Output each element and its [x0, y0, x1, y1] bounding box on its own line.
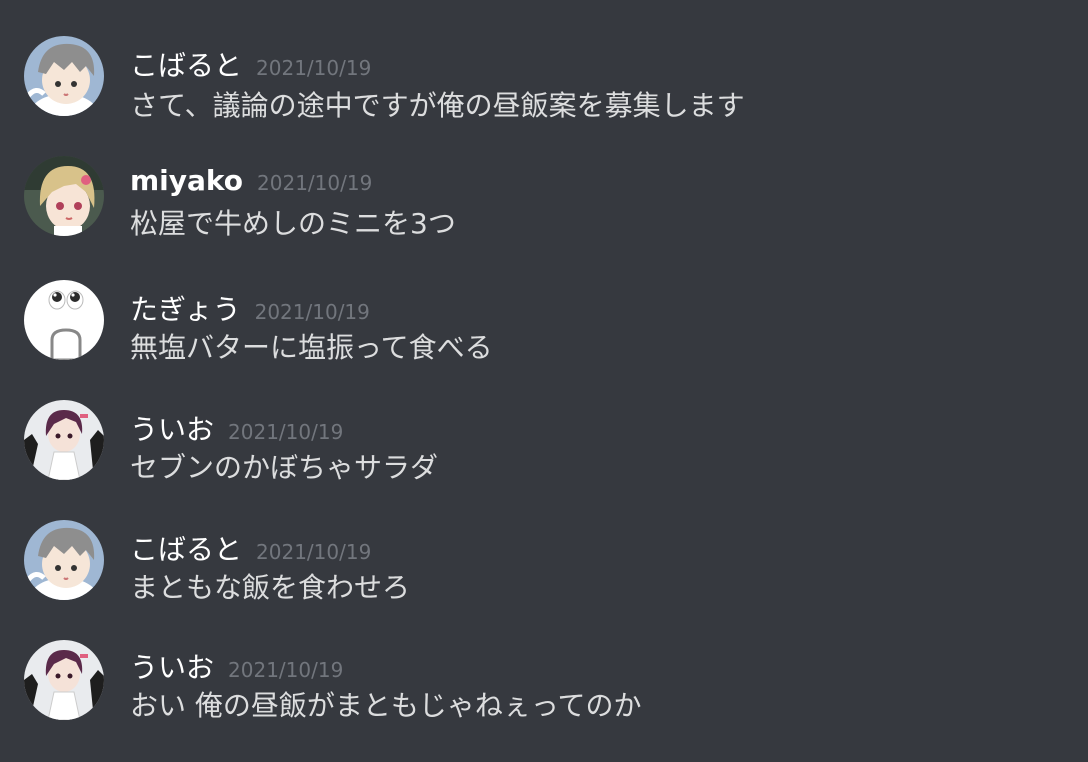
message-content: まともな飯を食わせろ	[130, 571, 411, 604]
message-item: たぎょう 2021/10/19 無塩バターに塩振って食べる	[0, 280, 1088, 380]
message-timestamp: 2021/10/19	[228, 658, 344, 682]
message-content: さて、議論の途中ですが俺の昼飯案を募集します	[130, 89, 745, 122]
message-timestamp: 2021/10/19	[254, 300, 370, 324]
message-timestamp: 2021/10/19	[256, 56, 372, 80]
message-item: ういお 2021/10/19 セブンのかぼちゃサラダ	[0, 400, 1088, 500]
message-item: こばると 2021/10/19 まともな飯を食わせろ	[0, 520, 1088, 620]
message-item: miyako 2021/10/19 松屋で牛めしのミニを3つ	[0, 156, 1088, 256]
message-content: セブンのかぼちゃサラダ	[130, 451, 439, 484]
message-username[interactable]: こばると	[130, 49, 242, 82]
message-username[interactable]: こばると	[130, 533, 242, 566]
message-content: おい 俺の昼飯がまともじゃねぇってのか	[130, 689, 642, 722]
message-username[interactable]: ういお	[130, 651, 214, 684]
message-timestamp: 2021/10/19	[228, 420, 344, 444]
cobalt-avatar-icon[interactable]	[24, 36, 104, 116]
message-username[interactable]: たぎょう	[130, 293, 241, 326]
uio-avatar-icon[interactable]	[24, 640, 104, 720]
message-username[interactable]: miyako	[130, 164, 243, 197]
uio-avatar-icon[interactable]	[24, 400, 104, 480]
message-item: こばると 2021/10/19 さて、議論の途中ですが俺の昼飯案を募集します	[0, 36, 1088, 136]
miyako-avatar-icon[interactable]	[24, 156, 104, 236]
message-timestamp: 2021/10/19	[257, 171, 373, 195]
tagyou-avatar-icon[interactable]	[24, 280, 104, 360]
message-item: ういお 2021/10/19 おい 俺の昼飯がまともじゃねぇってのか	[0, 640, 1088, 740]
cobalt-avatar-icon[interactable]	[24, 520, 104, 600]
message-content: 無塩バターに塩振って食べる	[130, 331, 493, 364]
message-content: 松屋で牛めしのミニを3つ	[130, 207, 456, 240]
message-username[interactable]: ういお	[130, 413, 214, 446]
message-timestamp: 2021/10/19	[256, 540, 372, 564]
